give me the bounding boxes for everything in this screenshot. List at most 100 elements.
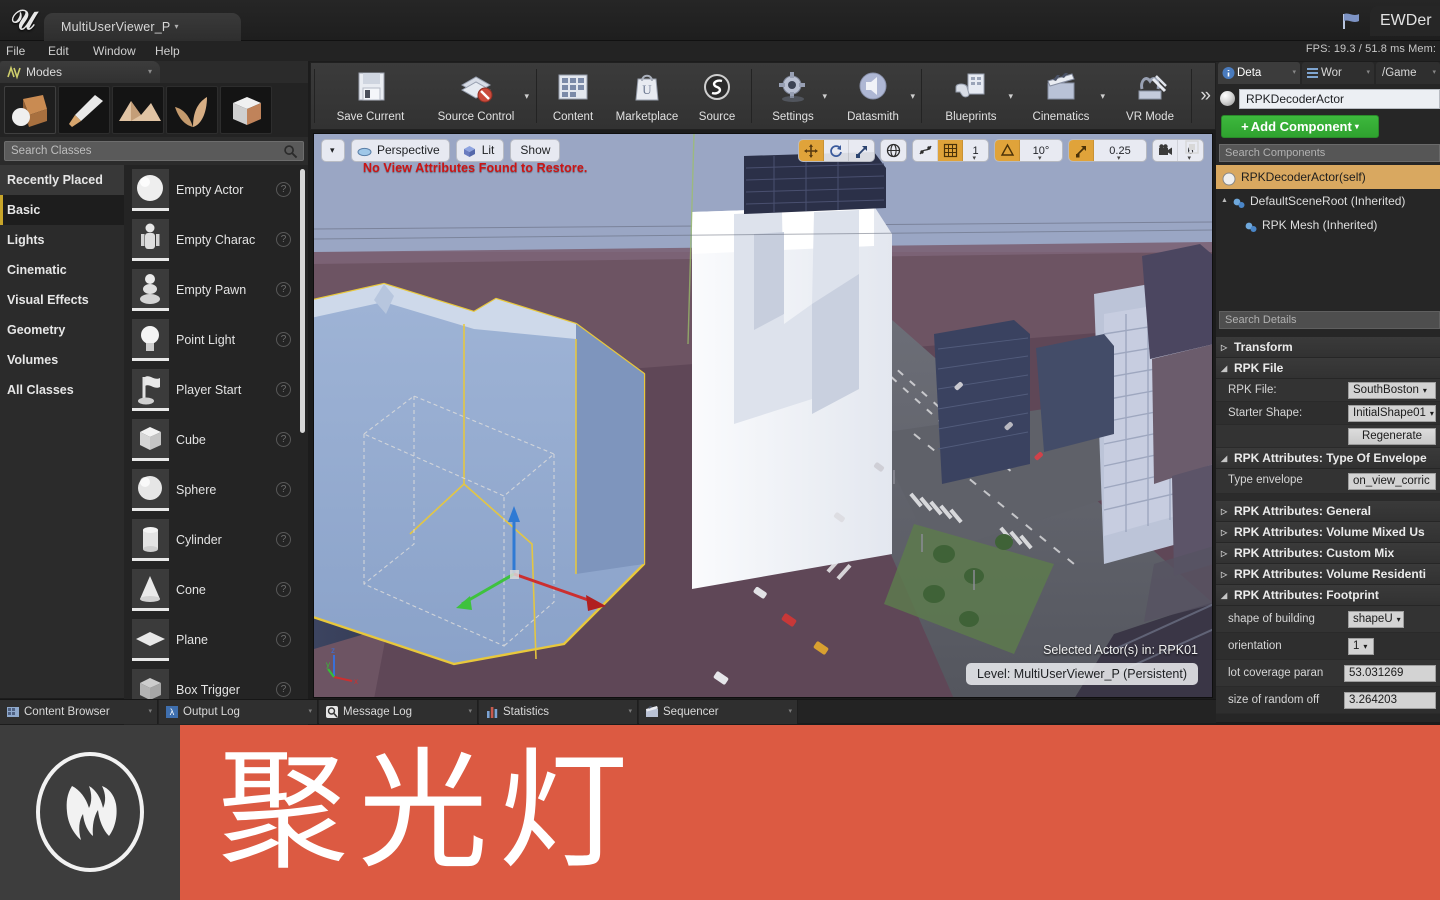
tab-content-browser[interactable]: Content Browser ▾ [0,700,158,724]
help-icon[interactable]: ? [276,232,291,247]
orientation-dropdown[interactable]: 1 [1348,638,1374,655]
tab-world-outliner[interactable]: Wor ▾ [1302,62,1374,84]
modes-tab[interactable]: Modes ▾ [0,61,160,83]
menu-window[interactable]: Window [93,41,136,61]
mode-button-landscape[interactable] [112,86,164,134]
section-general[interactable]: ▷ RPK Attributes: General [1216,501,1440,522]
list-item[interactable]: Cone ? [124,565,308,615]
grid-snap-toggle[interactable] [938,140,963,161]
help-icon[interactable]: ? [276,282,291,297]
surface-snap-button[interactable] [913,140,938,161]
chevron-down-icon[interactable]: ▾ [148,61,152,83]
toolbar-vr-mode[interactable]: VR Mode [1111,65,1189,127]
help-icon[interactable]: ? [276,382,291,397]
help-icon[interactable]: ? [276,182,291,197]
world-space-button[interactable] [881,140,906,161]
camera-speed-button[interactable] [1153,140,1178,161]
grid-snap-value[interactable]: 1 ▾ [963,140,988,162]
toolbar-blueprints[interactable]: ▾ Blueprints [927,65,1015,127]
component-row-rpk-mesh[interactable]: RPK Mesh (Inherited) [1216,213,1440,237]
menu-help[interactable]: Help [155,41,180,61]
random-offset-input[interactable]: 3.264203 [1344,692,1436,709]
component-row-scene-root[interactable]: ▲ DefaultSceneRoot (Inherited) [1216,189,1440,213]
chevron-down-icon[interactable]: ▾ [910,91,915,102]
category-lights[interactable]: Lights [0,225,124,255]
toolbar-overflow-button[interactable]: » [1200,85,1211,107]
toolbar-marketplace[interactable]: U Marketplace [605,65,689,127]
close-icon[interactable]: ▾ [1366,62,1370,84]
help-icon[interactable]: ? [276,432,291,447]
list-item[interactable]: Cube ? [124,415,308,465]
close-icon[interactable]: ▾ [1292,62,1296,84]
shape-of-building-dropdown[interactable]: shapeU [1348,611,1404,628]
flag-icon[interactable] [1340,12,1362,30]
expand-arrow-icon[interactable]: ▲ [1221,189,1228,213]
angle-snap-value[interactable]: 10° ▾ [1020,140,1062,162]
project-tab[interactable]: MultiUserViewer_P ▾ [44,13,241,41]
close-icon[interactable]: ▾ [1432,62,1436,84]
chevron-down-icon[interactable]: ▾ [788,700,792,724]
category-cinematic[interactable]: Cinematic [0,255,124,285]
section-volume-residential[interactable]: ▷ RPK Attributes: Volume Residenti [1216,564,1440,585]
maximize-viewport-button[interactable] [1182,140,1202,161]
viewport-options-button[interactable]: ▾ [321,139,345,162]
viewport-perspective-button[interactable]: Perspective [351,139,450,162]
mode-button-geometry-edit[interactable] [220,86,272,134]
tab-statistics[interactable]: Statistics ▾ [479,700,638,724]
mode-button-place[interactable] [4,86,56,134]
help-icon[interactable]: ? [276,682,291,697]
chevron-down-icon[interactable]: ▾ [468,700,472,724]
actor-name-input[interactable]: RPKDecoderActor [1239,89,1440,109]
section-footprint[interactable]: ◢ RPK Attributes: Footprint [1216,585,1440,606]
list-item[interactable]: Empty Charac ? [124,215,308,265]
list-item[interactable]: Plane ? [124,615,308,665]
help-icon[interactable]: ? [276,632,291,647]
chevron-down-icon[interactable]: ▾ [148,700,152,724]
tab-message-log[interactable]: Message Log ▾ [319,700,478,724]
list-item[interactable]: Empty Pawn ? [124,265,308,315]
help-icon[interactable]: ? [276,582,291,597]
toolbar-datasmith[interactable]: ▾ Datasmith [829,65,917,127]
category-volumes[interactable]: Volumes [0,345,124,375]
rpk-file-dropdown[interactable]: SouthBoston [1348,382,1436,399]
toolbar-save-current[interactable]: Save Current [323,65,418,127]
category-all-classes[interactable]: All Classes [0,375,124,405]
list-item[interactable]: Sphere ? [124,465,308,515]
window-right-tab[interactable]: EWDer [1370,6,1440,36]
tab-sequencer[interactable]: Sequencer ▾ [639,700,798,724]
category-geometry[interactable]: Geometry [0,315,124,345]
search-details-input[interactable]: Search Details [1219,311,1440,329]
menu-edit[interactable]: Edit [48,41,69,61]
angle-snap-toggle[interactable] [995,140,1020,161]
viewport-show-button[interactable]: Show [510,139,561,162]
mode-button-foliage[interactable] [166,86,218,134]
tab-details[interactable]: Deta ▾ [1218,62,1300,84]
category-recently-placed[interactable]: Recently Placed [0,165,124,195]
chevron-down-icon[interactable]: ▾ [628,700,632,724]
toolbar-source[interactable]: Source [689,65,745,127]
list-item[interactable]: Point Light ? [124,315,308,365]
list-item[interactable]: Cylinder ? [124,515,308,565]
scale-mode-button[interactable] [849,140,874,161]
section-volume-mixed-use[interactable]: ▷ RPK Attributes: Volume Mixed Us [1216,522,1440,543]
menu-file[interactable]: File [6,41,25,61]
chevron-down-icon[interactable]: ▾ [524,91,529,102]
search-components-input[interactable]: Search Components [1219,144,1440,162]
section-rpk-file[interactable]: ◢ RPK File [1216,358,1440,379]
section-type-of-envelope[interactable]: ◢ RPK Attributes: Type Of Envelope [1216,448,1440,469]
toolbar-content[interactable]: Content [542,65,604,127]
toolbar-settings[interactable]: ▾ Settings [757,65,829,127]
help-icon[interactable]: ? [276,532,291,547]
list-item[interactable]: Player Start ? [124,365,308,415]
search-classes-input[interactable]: Search Classes [4,141,304,161]
viewport-viewmode-button[interactable]: Lit [455,139,505,162]
component-row-self[interactable]: RPKDecoderActor(self) [1216,165,1440,189]
rotate-mode-button[interactable] [824,140,849,161]
type-envelope-dropdown[interactable]: on_view_corric [1348,473,1436,490]
translate-mode-button[interactable] [799,140,824,161]
chevron-down-icon[interactable]: ▾ [1008,91,1013,102]
lot-coverage-input[interactable]: 53.031269 [1344,665,1436,682]
section-custom-mix[interactable]: ▷ RPK Attributes: Custom Mix [1216,543,1440,564]
list-item[interactable]: Empty Actor ? [124,165,308,215]
toolbar-cinematics[interactable]: ▾ Cinematics [1015,65,1107,127]
